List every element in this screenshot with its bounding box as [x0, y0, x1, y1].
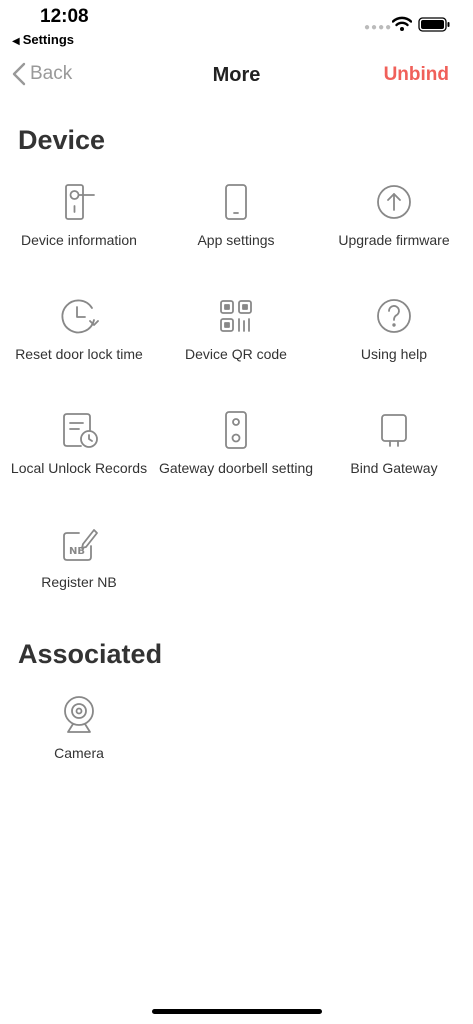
reset-door-lock-time-label: Reset door lock time: [15, 346, 143, 362]
register-nb-label: Register NB: [41, 574, 117, 590]
reset-door-lock-time-item[interactable]: Reset door lock time: [0, 296, 158, 362]
device-information-item[interactable]: Device information: [0, 182, 158, 248]
status-time: 12:08: [40, 6, 89, 27]
svg-text:NB: NB: [69, 546, 85, 557]
device-qr-code-label: Device QR code: [185, 346, 287, 362]
gateway-icon: [381, 414, 407, 447]
bind-gateway-item[interactable]: Bind Gateway: [315, 410, 473, 476]
using-help-item[interactable]: Using help: [315, 296, 473, 362]
app-settings-label: App settings: [197, 232, 275, 248]
local-unlock-records-label: Local Unlock Records: [10, 460, 148, 476]
doorbell-icon: [225, 411, 247, 449]
status-back-label: Settings: [22, 32, 74, 47]
upgrade-firmware-label: Upgrade firmware: [338, 232, 450, 248]
app-settings-item[interactable]: App settings: [157, 182, 315, 248]
unbind-button[interactable]: Unbind: [384, 64, 449, 86]
qr-code-icon: [220, 300, 252, 332]
help-icon: [377, 299, 411, 333]
nb-register-icon: NB: [63, 529, 98, 561]
local-unlock-records-item[interactable]: Local Unlock Records: [0, 410, 158, 476]
status-back-to-settings[interactable]: ◀ Settings: [12, 32, 74, 47]
nav-bar: Back More Unbind: [0, 52, 473, 100]
back-triangle-icon: ◀: [12, 36, 20, 47]
camera-label: Camera: [54, 745, 104, 761]
door-lock-icon: [65, 184, 95, 220]
wifi-icon: [392, 16, 412, 31]
gateway-doorbell-setting-item[interactable]: Gateway doorbell setting: [157, 410, 315, 476]
bind-gateway-label: Bind Gateway: [350, 460, 438, 476]
phone-icon: [225, 184, 247, 220]
battery-icon: [418, 17, 450, 32]
register-nb-item[interactable]: NB Register NB: [0, 524, 158, 590]
records-clock-icon: [63, 413, 98, 448]
status-bar: 12:08 ◀ Settings ●●●●: [0, 0, 473, 50]
camera-item[interactable]: Camera: [0, 695, 158, 761]
section-title-device: Device: [18, 125, 106, 155]
home-indicator[interactable]: [152, 1009, 322, 1014]
device-qr-code-item[interactable]: Device QR code: [157, 296, 315, 362]
gateway-doorbell-setting-label: Gateway doorbell setting: [158, 460, 314, 476]
section-title-associated: Associated: [18, 639, 163, 669]
device-information-label: Device information: [21, 232, 137, 248]
using-help-label: Using help: [360, 346, 428, 362]
upgrade-firmware-item[interactable]: Upgrade firmware: [315, 182, 473, 248]
signal-dots-icon: ●●●●: [364, 22, 393, 33]
camera-icon: [64, 696, 94, 733]
upgrade-arrow-icon: [377, 185, 411, 219]
clock-reset-icon: [61, 299, 99, 334]
